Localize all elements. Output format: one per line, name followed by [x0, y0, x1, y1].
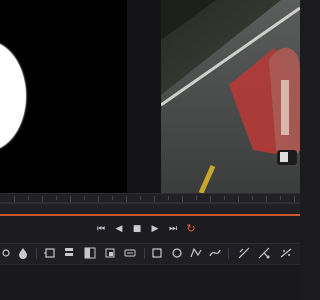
play-reverse-button[interactable]: ◀ — [112, 222, 126, 236]
layer-icon[interactable] — [63, 247, 75, 259]
timeline-track — [0, 202, 300, 204]
bspline-icon[interactable] — [209, 247, 221, 259]
tools-toolbar — [0, 244, 300, 264]
timeline-tick — [294, 196, 295, 202]
loop-button[interactable]: ↻ — [184, 222, 198, 236]
timeline-tick — [14, 196, 15, 202]
timeline-tick — [140, 196, 141, 200]
toolbar-separator — [144, 248, 145, 259]
rectangle-icon[interactable] — [151, 247, 163, 259]
mask-icon[interactable] — [84, 247, 96, 259]
timeline-tick — [28, 196, 29, 200]
timeline-tick — [224, 196, 225, 200]
timeline-ruler[interactable] — [0, 193, 300, 214]
go-to-start-button[interactable]: ⏮ — [94, 222, 108, 236]
road-footage-image — [161, 0, 300, 193]
node-editor-panel[interactable] — [0, 264, 300, 300]
particles-icon[interactable] — [280, 247, 292, 259]
timeline-tick — [210, 196, 211, 202]
timeline-tick — [168, 196, 169, 200]
timeline-tick — [98, 196, 99, 202]
drop-icon[interactable] — [17, 247, 29, 259]
matte-circle — [0, 41, 26, 151]
timeline-tick — [154, 196, 155, 202]
timeline-tick — [280, 196, 281, 200]
timeline-tick — [196, 196, 197, 200]
toolbar-separator — [36, 248, 37, 259]
stop-button[interactable]: ■ — [130, 222, 144, 236]
transport-controls: ⏮ ◀ ■ ▶ ⏭ ↻ — [0, 216, 300, 244]
play-button[interactable]: ▶ — [148, 222, 162, 236]
transform-icon[interactable] — [104, 247, 116, 259]
timeline-tick — [42, 196, 43, 202]
timeline-tick — [112, 196, 113, 200]
tracker-icon[interactable] — [238, 247, 250, 259]
go-to-end-button[interactable]: ⏭ — [166, 222, 180, 236]
paint-icon[interactable] — [124, 247, 136, 259]
node-tool-icon[interactable] — [0, 247, 12, 259]
left-viewer[interactable] — [0, 0, 127, 193]
ellipse-icon[interactable] — [171, 247, 183, 259]
timeline-tick — [126, 196, 127, 202]
timeline-tick — [252, 196, 253, 200]
toolbar-separator — [228, 248, 229, 259]
timeline-tick — [56, 196, 57, 200]
timeline-tick — [84, 196, 85, 200]
right-viewer[interactable] — [161, 0, 300, 193]
merge-icon[interactable] — [44, 247, 56, 259]
warp-icon[interactable] — [258, 247, 270, 259]
viewer-divider — [127, 0, 161, 193]
polygon-icon[interactable] — [190, 247, 202, 259]
timeline-tick — [70, 196, 71, 202]
timeline-tick — [238, 196, 239, 202]
timeline-tick — [266, 196, 267, 202]
timeline-tick — [182, 196, 183, 202]
